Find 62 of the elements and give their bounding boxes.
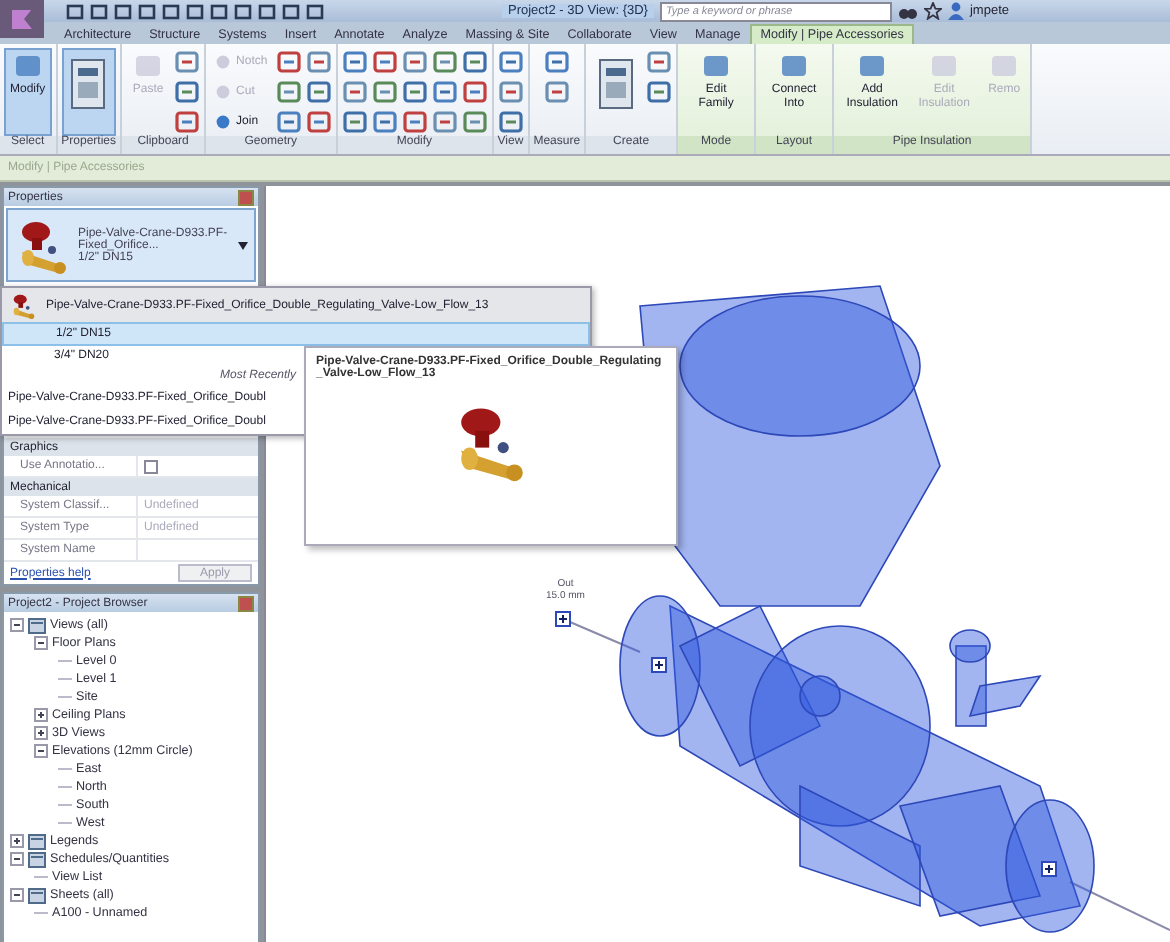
expand-toggle[interactable] (34, 708, 48, 722)
collapse-toggle[interactable] (10, 618, 24, 632)
tool-icon (68, 54, 109, 114)
tool-icon[interactable] (371, 50, 398, 74)
tool-icon[interactable] (461, 50, 488, 74)
tool-icon[interactable] (431, 50, 458, 74)
tool-icon[interactable] (275, 50, 302, 74)
expand-toggle[interactable] (10, 834, 24, 848)
tool-icon (988, 54, 1021, 82)
star-icon[interactable] (923, 2, 942, 20)
tool-icon[interactable] (461, 110, 488, 134)
checkbox[interactable] (144, 459, 158, 473)
tool-icon (928, 54, 961, 82)
collapse-toggle[interactable] (34, 744, 48, 758)
tool-icon[interactable] (341, 50, 368, 74)
tool-icon[interactable] (341, 110, 368, 134)
tool-icon[interactable] (461, 80, 488, 104)
folder-icon (28, 887, 46, 903)
tool-icon[interactable] (543, 80, 570, 104)
tool-icon (11, 54, 44, 82)
binoculars-icon[interactable] (897, 3, 918, 19)
tool-icon[interactable] (497, 80, 524, 104)
tool-icon[interactable] (275, 110, 302, 134)
tool-icon[interactable] (497, 110, 524, 134)
tool-icon[interactable] (401, 110, 428, 134)
connector-icon[interactable] (1041, 861, 1057, 877)
tool-icon (132, 54, 165, 82)
tool-icon[interactable] (646, 80, 673, 104)
tool-icon[interactable] (174, 110, 201, 134)
ribbon-button[interactable] (61, 48, 117, 136)
tool-icon (778, 54, 811, 82)
tool-icon[interactable] (543, 50, 570, 74)
close-button[interactable] (238, 189, 254, 205)
tool-icon[interactable] (174, 50, 201, 74)
tool-icon[interactable] (305, 80, 332, 104)
connector-icon[interactable] (651, 657, 667, 673)
collapse-toggle[interactable] (10, 852, 24, 866)
tool-icon[interactable] (646, 50, 673, 74)
tool-icon[interactable] (431, 80, 458, 104)
tool-icon[interactable] (305, 50, 332, 74)
tool-icon[interactable] (401, 80, 428, 104)
tool-icon (700, 54, 733, 82)
tool-icon[interactable] (371, 80, 398, 104)
tool-icon[interactable] (275, 80, 302, 104)
caret-icon (238, 241, 248, 249)
tool-icon[interactable] (371, 110, 398, 134)
tool-icon (856, 54, 889, 82)
tool-icon[interactable] (497, 50, 524, 74)
collapse-toggle[interactable] (34, 636, 48, 650)
connector-icon[interactable] (555, 611, 571, 627)
tool-icon[interactable] (174, 80, 201, 104)
close-button[interactable] (238, 595, 254, 611)
tool-icon[interactable] (341, 80, 368, 104)
user-icon (947, 2, 964, 20)
valve-icon (10, 291, 38, 319)
tool-icon (596, 54, 637, 114)
tool-icon[interactable] (431, 110, 458, 134)
tool-icon[interactable] (401, 50, 428, 74)
folder-icon (28, 617, 46, 633)
expand-toggle[interactable] (34, 726, 48, 740)
collapse-toggle[interactable] (10, 888, 24, 902)
tool-icon[interactable] (305, 110, 332, 134)
